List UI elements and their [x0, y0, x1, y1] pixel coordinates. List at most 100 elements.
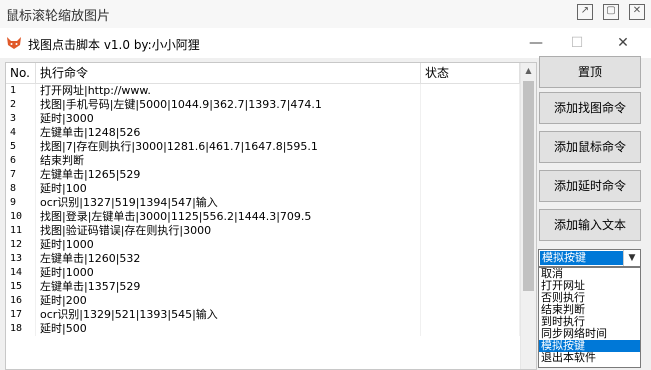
row-status — [421, 182, 520, 196]
row-number: 6 — [6, 154, 36, 168]
row-status — [421, 154, 520, 168]
row-command: 找图|验证码错误|存在则执行|3000 — [36, 224, 421, 238]
row-command: 找图|登录|左键单击|3000|1125|556.2|1444.3|709.5 — [36, 210, 421, 224]
row-number: 13 — [6, 252, 36, 266]
row-command: 延时|3000 — [36, 112, 421, 126]
row-status — [421, 252, 520, 266]
row-status — [421, 196, 520, 210]
row-status — [421, 168, 520, 182]
add-find-image-button[interactable]: 添加找图命令 — [539, 92, 641, 124]
table-row[interactable]: 5 找图|7|存在则执行|3000|1281.6|461.7|1647.8|595… — [6, 140, 520, 154]
row-number: 7 — [6, 168, 36, 182]
row-command: 结束判断 — [36, 154, 421, 168]
add-delay-button[interactable]: 添加延时命令 — [539, 170, 641, 202]
row-command: 延时|500 — [36, 322, 421, 336]
table-row[interactable]: 7 左键单击|1265|529 — [6, 168, 520, 182]
row-number: 14 — [6, 266, 36, 280]
row-status — [421, 280, 520, 294]
row-command: 左键单击|1248|526 — [36, 126, 421, 140]
table-row[interactable]: 2 找图|手机号码|左键|5000|1044.9|362.7|1393.7|474… — [6, 98, 520, 112]
table-row[interactable]: 3 延时|3000 — [6, 112, 520, 126]
row-status — [421, 294, 520, 308]
table-row[interactable]: 16 延时|200 — [6, 294, 520, 308]
close-viewer-icon[interactable]: ✕ — [629, 4, 645, 20]
close-button[interactable]: ✕ — [608, 33, 638, 53]
row-number: 17 — [6, 308, 36, 322]
row-command: 左键单击|1265|529 — [36, 168, 421, 182]
command-type-dropdown: 取消 打开网址 否则执行 结束判断 到时执行 同步网络时间 模拟按键 退出本软件 — [538, 267, 641, 368]
row-command: 找图|手机号码|左键|5000|1044.9|362.7|1393.7|474.… — [36, 98, 421, 112]
table-row[interactable]: 1 打开网址|http://www. — [6, 84, 520, 98]
row-number: 18 — [6, 322, 36, 336]
command-type-select[interactable]: 模拟按键 ▼ — [538, 249, 641, 267]
row-command: 找图|7|存在则执行|3000|1281.6|461.7|1647.8|595.… — [36, 140, 421, 154]
row-number: 4 — [6, 126, 36, 140]
row-number: 9 — [6, 196, 36, 210]
row-status — [421, 98, 520, 112]
pin-top-button[interactable]: 置顶 — [539, 56, 641, 88]
table-row[interactable]: 6 结束判断 — [6, 154, 520, 168]
table-row[interactable]: 4 左键单击|1248|526 — [6, 126, 520, 140]
row-number: 15 — [6, 280, 36, 294]
row-number: 5 — [6, 140, 36, 154]
table-row[interactable]: 17 ocr识别|1329|521|1393|545|输入 — [6, 308, 520, 322]
add-mouse-button[interactable]: 添加鼠标命令 — [539, 131, 641, 163]
external-link-icon[interactable]: ↗ — [577, 4, 593, 20]
viewer-controls: ↗ ▢ ✕ — [577, 4, 645, 20]
window-title: 找图点击脚本 v1.0 by:小小阿狸 — [28, 38, 200, 52]
row-status — [421, 322, 520, 336]
restore-window-icon[interactable]: ▢ — [603, 4, 619, 20]
app-window: 找图点击脚本 v1.0 by:小小阿狸 — ☐ ✕ No. 执行命令 状态 1打… — [0, 28, 651, 370]
command-type-value: 模拟按键 — [540, 251, 623, 265]
scroll-up-icon[interactable]: ▲ — [521, 63, 536, 78]
row-status — [421, 224, 520, 238]
row-number: 16 — [6, 294, 36, 308]
row-number: 3 — [6, 112, 36, 126]
vertical-scrollbar[interactable]: ▲ — [520, 63, 536, 369]
table-row[interactable]: 14 延时|1000 — [6, 266, 520, 280]
table-row[interactable]: 9 ocr识别|1327|519|1394|547|输入 — [6, 196, 520, 210]
chevron-down-icon[interactable]: ▼ — [623, 250, 640, 266]
table-row[interactable]: 12 延时|1000 — [6, 238, 520, 252]
row-number: 1 — [6, 84, 36, 98]
table-row[interactable]: 18 延时|500 — [6, 322, 520, 336]
row-command: 打开网址|http://www. — [36, 84, 421, 98]
row-command: 延时|100 — [36, 182, 421, 196]
header-no[interactable]: No. — [6, 63, 36, 83]
header-status[interactable]: 状态 — [421, 63, 520, 83]
row-status — [421, 266, 520, 280]
row-number: 10 — [6, 210, 36, 224]
row-status — [421, 126, 520, 140]
scroll-thumb[interactable] — [523, 81, 534, 291]
add-input-text-button[interactable]: 添加输入文本 — [539, 209, 641, 241]
row-status — [421, 84, 520, 98]
row-number: 12 — [6, 238, 36, 252]
table-row[interactable]: 10 找图|登录|左键单击|3000|1125|556.2|1444.3|709.… — [6, 210, 520, 224]
table-row[interactable]: 15 左键单击|1357|529 — [6, 280, 520, 294]
fox-app-icon — [7, 37, 21, 49]
row-command: 延时|1000 — [36, 238, 421, 252]
row-command: 延时|1000 — [36, 266, 421, 280]
row-number: 2 — [6, 98, 36, 112]
row-command: ocr识别|1329|521|1393|545|输入 — [36, 308, 421, 322]
table-row[interactable]: 11 找图|验证码错误|存在则执行|3000 — [6, 224, 520, 238]
row-command: 延时|200 — [36, 294, 421, 308]
row-status — [421, 308, 520, 322]
row-number: 8 — [6, 182, 36, 196]
header-command[interactable]: 执行命令 — [36, 63, 421, 83]
row-status — [421, 210, 520, 224]
row-command: 左键单击|1260|532 — [36, 252, 421, 266]
row-status — [421, 140, 520, 154]
command-table[interactable]: No. 执行命令 状态 1 打开网址|http://www. 2 找图|手机号码|左… — [5, 62, 537, 370]
viewer-title: 鼠标滚轮缩放图片 — [6, 9, 111, 24]
row-command: ocr识别|1327|519|1394|547|输入 — [36, 196, 421, 210]
table-row[interactable]: 8 延时|100 — [6, 182, 520, 196]
row-number: 11 — [6, 224, 36, 238]
dropdown-option[interactable]: 退出本软件 — [539, 352, 640, 364]
minimize-button[interactable]: — — [521, 33, 551, 53]
app-title-bar: 找图点击脚本 v1.0 by:小小阿狸 — ☐ ✕ — [0, 28, 651, 58]
maximize-button[interactable]: ☐ — [562, 33, 592, 53]
viewer-title-bar: 鼠标滚轮缩放图片 ↗ ▢ ✕ — [0, 0, 651, 29]
table-header: No. 执行命令 状态 — [6, 63, 520, 84]
table-row[interactable]: 13 左键单击|1260|532 — [6, 252, 520, 266]
